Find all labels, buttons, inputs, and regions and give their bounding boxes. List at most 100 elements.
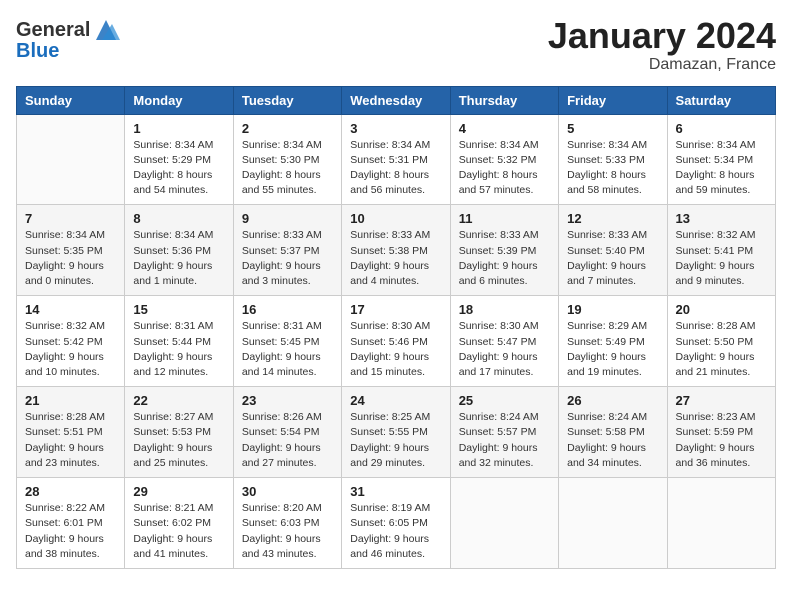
calendar-cell: 2 Sunrise: 8:34 AM Sunset: 5:30 PM Daylig…	[233, 114, 341, 205]
calendar-cell: 30 Sunrise: 8:20 AM Sunset: 6:03 PM Dayli…	[233, 478, 341, 569]
day-number: 22	[133, 393, 224, 408]
calendar-cell: 19 Sunrise: 8:29 AM Sunset: 5:49 PM Dayli…	[559, 296, 667, 387]
day-number: 19	[567, 302, 658, 317]
logo: General Blue	[16, 16, 120, 62]
cell-content: Sunrise: 8:33 AM Sunset: 5:37 PM Dayligh…	[242, 228, 333, 289]
cell-content: Sunrise: 8:20 AM Sunset: 6:03 PM Dayligh…	[242, 501, 333, 562]
cell-content: Sunrise: 8:33 AM Sunset: 5:39 PM Dayligh…	[459, 228, 550, 289]
cell-content: Sunrise: 8:24 AM Sunset: 5:58 PM Dayligh…	[567, 410, 658, 471]
cell-content: Sunrise: 8:23 AM Sunset: 5:59 PM Dayligh…	[676, 410, 767, 471]
cell-content: Sunrise: 8:32 AM Sunset: 5:41 PM Dayligh…	[676, 228, 767, 289]
calendar-cell: 31 Sunrise: 8:19 AM Sunset: 6:05 PM Dayli…	[342, 478, 450, 569]
cell-content: Sunrise: 8:34 AM Sunset: 5:33 PM Dayligh…	[567, 138, 658, 199]
calendar-cell: 14Sunrise: 8:32 AM Sunset: 5:42 PM Dayli…	[17, 296, 125, 387]
calendar-cell: 1 Sunrise: 8:34 AM Sunset: 5:29 PM Daylig…	[125, 114, 233, 205]
cell-content: Sunrise: 8:33 AM Sunset: 5:38 PM Dayligh…	[350, 228, 441, 289]
cell-content: Sunrise: 8:30 AM Sunset: 5:46 PM Dayligh…	[350, 319, 441, 380]
day-number: 31	[350, 484, 441, 499]
day-number: 6	[676, 121, 767, 136]
logo-icon	[92, 16, 120, 44]
day-number: 29	[133, 484, 224, 499]
cell-content: Sunrise: 8:19 AM Sunset: 6:05 PM Dayligh…	[350, 501, 441, 562]
day-number: 24	[350, 393, 441, 408]
weekday-header-row: SundayMondayTuesdayWednesdayThursdayFrid…	[17, 86, 776, 114]
day-number: 30	[242, 484, 333, 499]
cell-content: Sunrise: 8:32 AM Sunset: 5:42 PM Dayligh…	[25, 319, 116, 380]
calendar-cell: 26 Sunrise: 8:24 AM Sunset: 5:58 PM Dayli…	[559, 387, 667, 478]
day-number: 21	[25, 393, 116, 408]
location-title: Damazan, France	[548, 56, 776, 74]
cell-content: Sunrise: 8:25 AM Sunset: 5:55 PM Dayligh…	[350, 410, 441, 471]
title-block: January 2024 Damazan, France	[548, 16, 776, 74]
calendar-header: SundayMondayTuesdayWednesdayThursdayFrid…	[17, 86, 776, 114]
calendar-week-3: 14Sunrise: 8:32 AM Sunset: 5:42 PM Dayli…	[17, 296, 776, 387]
day-number: 1	[133, 121, 224, 136]
calendar-cell	[559, 478, 667, 569]
calendar-cell	[450, 478, 558, 569]
weekday-header-wednesday: Wednesday	[342, 86, 450, 114]
calendar-cell: 18 Sunrise: 8:30 AM Sunset: 5:47 PM Dayli…	[450, 296, 558, 387]
calendar-body: 1 Sunrise: 8:34 AM Sunset: 5:29 PM Daylig…	[17, 114, 776, 568]
cell-content: Sunrise: 8:34 AM Sunset: 5:35 PM Dayligh…	[25, 228, 116, 289]
calendar-cell: 11 Sunrise: 8:33 AM Sunset: 5:39 PM Dayli…	[450, 205, 558, 296]
calendar-cell: 13 Sunrise: 8:32 AM Sunset: 5:41 PM Dayli…	[667, 205, 775, 296]
weekday-header-friday: Friday	[559, 86, 667, 114]
calendar-cell: 28 Sunrise: 8:22 AM Sunset: 6:01 PM Dayli…	[17, 478, 125, 569]
logo-text-blue: Blue	[16, 40, 59, 62]
day-number: 2	[242, 121, 333, 136]
cell-content: Sunrise: 8:30 AM Sunset: 5:47 PM Dayligh…	[459, 319, 550, 380]
day-number: 10	[350, 211, 441, 226]
calendar-cell: 17 Sunrise: 8:30 AM Sunset: 5:46 PM Dayli…	[342, 296, 450, 387]
calendar-cell: 15Sunrise: 8:31 AM Sunset: 5:44 PM Dayli…	[125, 296, 233, 387]
calendar-cell: 8 Sunrise: 8:34 AM Sunset: 5:36 PM Daylig…	[125, 205, 233, 296]
day-number: 15	[133, 302, 224, 317]
logo-text-general: General	[16, 19, 90, 41]
day-number: 9	[242, 211, 333, 226]
day-number: 5	[567, 121, 658, 136]
day-number: 26	[567, 393, 658, 408]
calendar-cell: 21Sunrise: 8:28 AM Sunset: 5:51 PM Dayli…	[17, 387, 125, 478]
day-number: 17	[350, 302, 441, 317]
cell-content: Sunrise: 8:22 AM Sunset: 6:01 PM Dayligh…	[25, 501, 116, 562]
cell-content: Sunrise: 8:34 AM Sunset: 5:29 PM Dayligh…	[133, 138, 224, 199]
day-number: 13	[676, 211, 767, 226]
calendar-cell: 9 Sunrise: 8:33 AM Sunset: 5:37 PM Daylig…	[233, 205, 341, 296]
cell-content: Sunrise: 8:34 AM Sunset: 5:32 PM Dayligh…	[459, 138, 550, 199]
calendar-cell: 20 Sunrise: 8:28 AM Sunset: 5:50 PM Dayli…	[667, 296, 775, 387]
cell-content: Sunrise: 8:29 AM Sunset: 5:49 PM Dayligh…	[567, 319, 658, 380]
day-number: 25	[459, 393, 550, 408]
cell-content: Sunrise: 8:26 AM Sunset: 5:54 PM Dayligh…	[242, 410, 333, 471]
day-number: 11	[459, 211, 550, 226]
day-number: 8	[133, 211, 224, 226]
calendar-week-5: 28 Sunrise: 8:22 AM Sunset: 6:01 PM Dayli…	[17, 478, 776, 569]
cell-content: Sunrise: 8:34 AM Sunset: 5:30 PM Dayligh…	[242, 138, 333, 199]
cell-content: Sunrise: 8:34 AM Sunset: 5:31 PM Dayligh…	[350, 138, 441, 199]
calendar-cell	[17, 114, 125, 205]
calendar-cell: 16Sunrise: 8:31 AM Sunset: 5:45 PM Dayli…	[233, 296, 341, 387]
calendar-cell: 6 Sunrise: 8:34 AM Sunset: 5:34 PM Daylig…	[667, 114, 775, 205]
calendar-cell: 29 Sunrise: 8:21 AM Sunset: 6:02 PM Dayli…	[125, 478, 233, 569]
day-number: 28	[25, 484, 116, 499]
cell-content: Sunrise: 8:21 AM Sunset: 6:02 PM Dayligh…	[133, 501, 224, 562]
calendar-cell: 23Sunrise: 8:26 AM Sunset: 5:54 PM Dayli…	[233, 387, 341, 478]
weekday-header-monday: Monday	[125, 86, 233, 114]
month-title: January 2024	[548, 16, 776, 56]
cell-content: Sunrise: 8:34 AM Sunset: 5:36 PM Dayligh…	[133, 228, 224, 289]
weekday-header-thursday: Thursday	[450, 86, 558, 114]
day-number: 20	[676, 302, 767, 317]
day-number: 27	[676, 393, 767, 408]
calendar-cell: 24 Sunrise: 8:25 AM Sunset: 5:55 PM Dayli…	[342, 387, 450, 478]
cell-content: Sunrise: 8:27 AM Sunset: 5:53 PM Dayligh…	[133, 410, 224, 471]
calendar-cell: 12Sunrise: 8:33 AM Sunset: 5:40 PM Dayli…	[559, 205, 667, 296]
day-number: 7	[25, 211, 116, 226]
calendar-cell: 4Sunrise: 8:34 AM Sunset: 5:32 PM Daylig…	[450, 114, 558, 205]
calendar-cell: 3Sunrise: 8:34 AM Sunset: 5:31 PM Daylig…	[342, 114, 450, 205]
calendar-week-4: 21Sunrise: 8:28 AM Sunset: 5:51 PM Dayli…	[17, 387, 776, 478]
weekday-header-tuesday: Tuesday	[233, 86, 341, 114]
day-number: 12	[567, 211, 658, 226]
cell-content: Sunrise: 8:31 AM Sunset: 5:45 PM Dayligh…	[242, 319, 333, 380]
cell-content: Sunrise: 8:28 AM Sunset: 5:50 PM Dayligh…	[676, 319, 767, 380]
cell-content: Sunrise: 8:34 AM Sunset: 5:34 PM Dayligh…	[676, 138, 767, 199]
calendar-cell: 27 Sunrise: 8:23 AM Sunset: 5:59 PM Dayli…	[667, 387, 775, 478]
day-number: 18	[459, 302, 550, 317]
